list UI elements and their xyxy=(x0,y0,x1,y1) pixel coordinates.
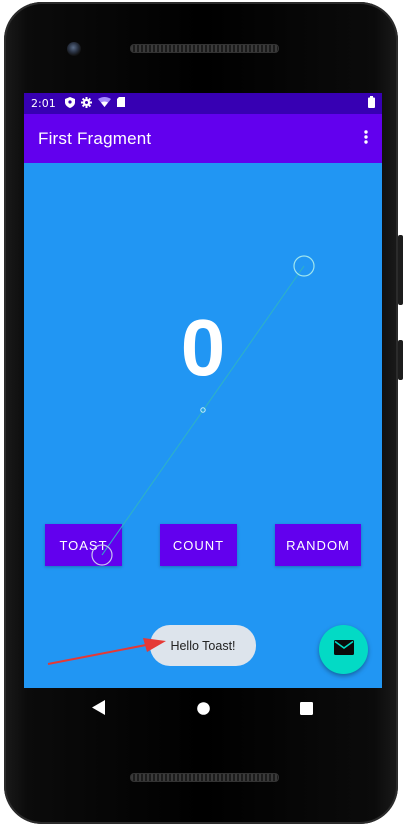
back-button[interactable] xyxy=(89,699,107,719)
gear-icon xyxy=(80,96,92,111)
shield-icon xyxy=(64,96,75,111)
volume-button xyxy=(398,235,403,305)
battery-icon xyxy=(368,96,375,111)
overflow-menu-button[interactable] xyxy=(350,119,382,159)
bottom-speaker-grille xyxy=(130,773,279,782)
count-button[interactable]: COUNT xyxy=(160,524,237,566)
system-nav-bar xyxy=(24,688,382,730)
app-screen: 2:01 First Fragment 0 TOAST COUNT RANDOM… xyxy=(24,93,382,688)
count-display: 0 xyxy=(180,303,226,392)
top-speaker-grille xyxy=(130,44,279,53)
random-button[interactable]: RANDOM xyxy=(275,524,361,566)
email-fab[interactable] xyxy=(319,625,368,674)
email-icon xyxy=(333,640,354,659)
front-camera xyxy=(67,42,81,56)
home-button[interactable] xyxy=(194,700,212,718)
toast-message: Hello Toast! xyxy=(150,625,256,666)
sim-card-icon xyxy=(116,97,125,110)
power-button xyxy=(398,340,403,380)
recents-button[interactable] xyxy=(297,700,315,718)
status-time: 2:01 xyxy=(31,97,56,110)
back-icon xyxy=(91,699,105,719)
toast-button[interactable]: TOAST xyxy=(45,524,122,566)
app-bar: First Fragment xyxy=(24,114,382,163)
phone-device: 2:01 First Fragment 0 TOAST COUNT RANDOM… xyxy=(0,0,403,829)
recents-icon xyxy=(299,700,313,719)
home-icon xyxy=(196,700,210,719)
more-vert-icon xyxy=(364,129,368,148)
app-bar-title: First Fragment xyxy=(38,128,152,148)
status-bar: 2:01 xyxy=(24,93,382,114)
fragment-content: 0 TOAST COUNT RANDOM xyxy=(24,163,382,688)
wifi-icon xyxy=(97,97,111,110)
